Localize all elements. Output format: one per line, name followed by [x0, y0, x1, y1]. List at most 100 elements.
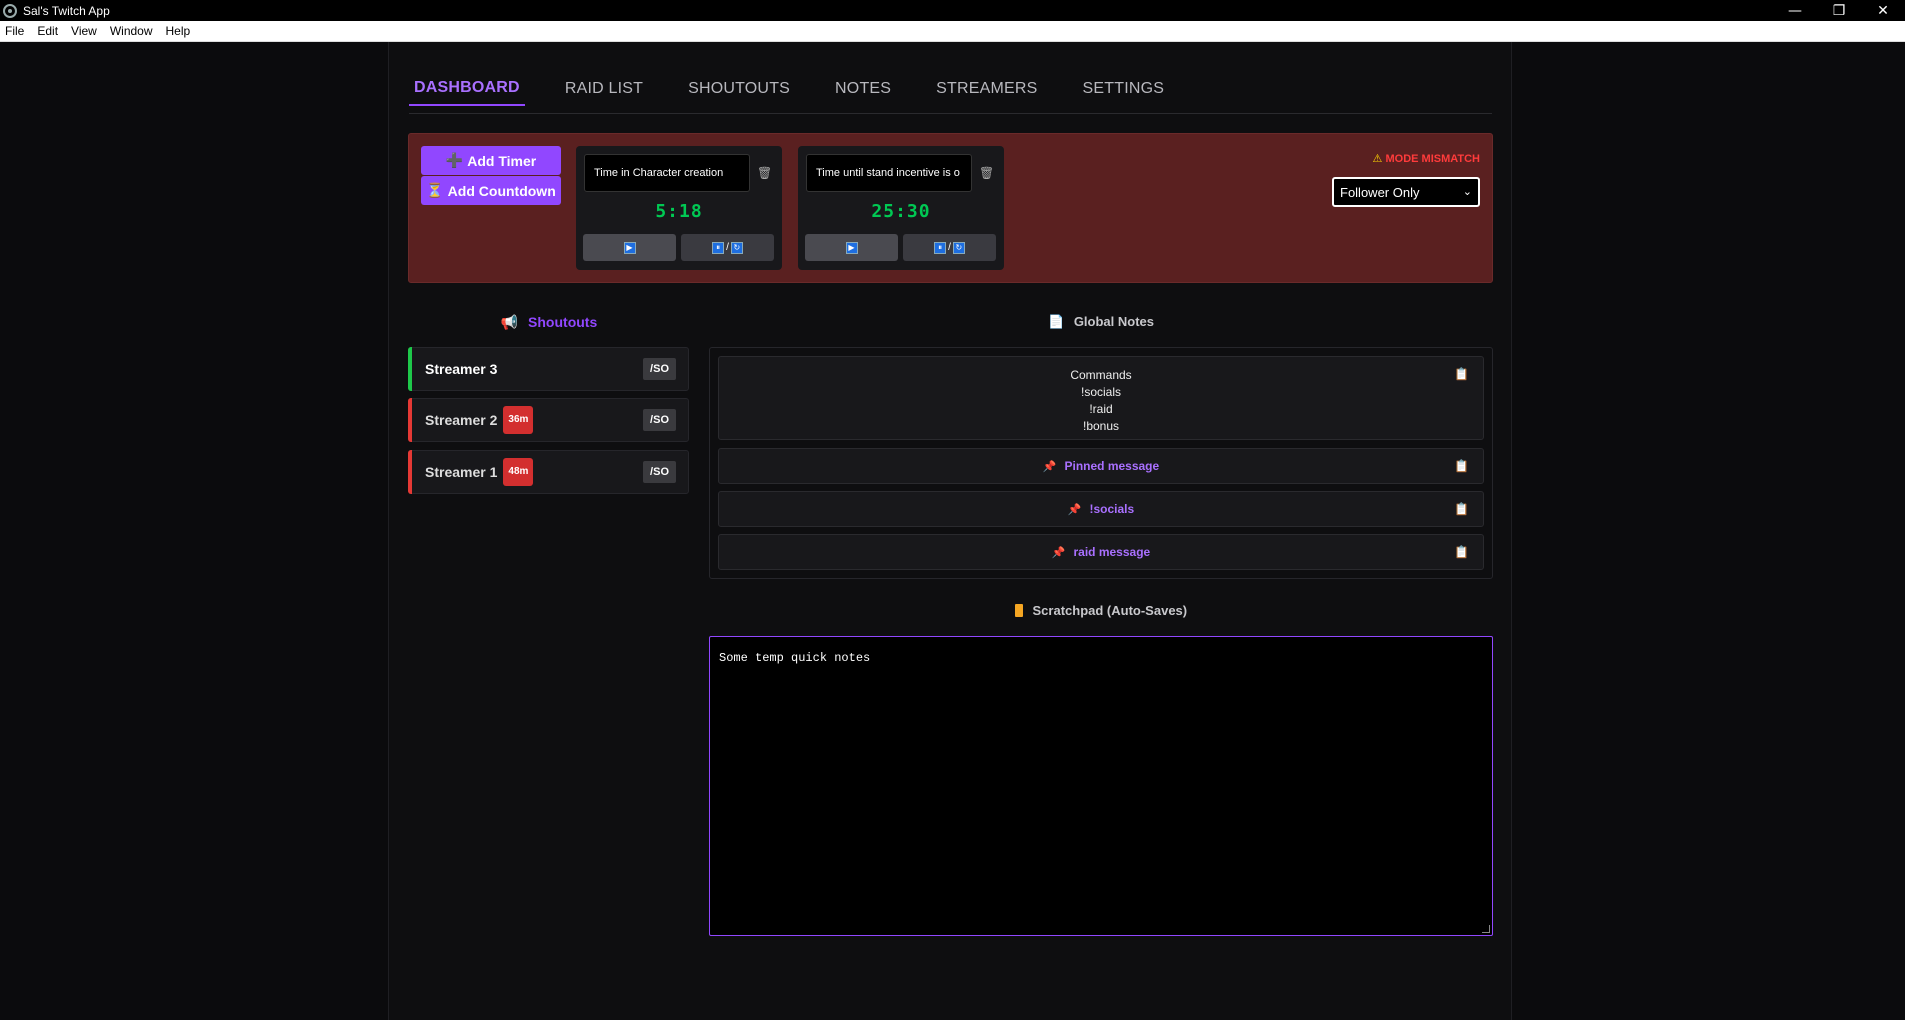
shoutout-button[interactable]: /SO: [643, 409, 676, 431]
reset-icon: ↻: [730, 241, 743, 254]
timer-value: 5:18: [655, 201, 703, 222]
shoutouts-title: Shoutouts: [528, 314, 598, 330]
trash-icon[interactable]: 🗑: [979, 166, 994, 180]
note-line: !raid: [1089, 402, 1113, 416]
main-content: DASHBOARD RAID LIST SHOUTOUTS NOTES STRE…: [388, 42, 1512, 1020]
clipboard-icon[interactable]: 📋: [1454, 459, 1469, 473]
pause-icon: ⏸: [934, 241, 947, 254]
pause-reset-separator: /: [948, 242, 951, 253]
memo-icon: 📄: [1048, 314, 1065, 329]
window-title: Sal's Twitch App: [23, 3, 110, 18]
note-line: !socials: [1080, 385, 1121, 399]
chevron-down-icon: ⌄: [1462, 186, 1472, 198]
clipboard-icon[interactable]: 📋: [1454, 502, 1469, 516]
note-commands[interactable]: Commands !socials !raid !bonus 📋: [718, 356, 1484, 440]
note-socials[interactable]: 📌 !socials 📋: [718, 491, 1484, 527]
scratchpad-text: Some temp quick notes: [719, 651, 871, 665]
trash-icon[interactable]: 🗑: [757, 166, 772, 180]
clipboard-icon[interactable]: 📋: [1454, 367, 1469, 381]
note-line: Commands: [1070, 368, 1132, 382]
status-indicator: [408, 347, 412, 391]
note-commands-text: Commands !socials !raid !bonus: [719, 357, 1483, 435]
time-since-badge: 48m: [503, 458, 534, 486]
timer-label-input[interactable]: Time in Character creation: [584, 154, 750, 192]
title-bar: Sal's Twitch App — ❐ ✕: [0, 0, 1905, 21]
play-button[interactable]: ▶: [805, 234, 898, 261]
pause-reset-button[interactable]: ⏸ / ↻: [681, 234, 774, 261]
pause-icon: ⏸: [712, 241, 725, 254]
play-button[interactable]: ▶: [583, 234, 676, 261]
streamer-name: Streamer 3: [425, 361, 498, 377]
countdown-value: 25:30: [871, 201, 931, 222]
mode-warning-text: MODE MISMATCH: [1385, 153, 1480, 165]
shoutout-item: Streamer 2 36m /SO: [408, 398, 689, 442]
pushpin-icon: 📌: [1067, 504, 1082, 516]
hourglass-icon: ⏳: [426, 182, 444, 198]
shoutouts-heading: 📢 Shoutouts: [409, 314, 689, 331]
pause-reset-button[interactable]: ⏸ / ↻: [903, 234, 996, 261]
reset-icon: ↻: [952, 241, 965, 254]
window-controls: — ❐ ✕: [1773, 0, 1905, 21]
maximize-button[interactable]: ❐: [1817, 0, 1861, 21]
app-gear-icon: [3, 3, 17, 18]
scratchpad-textarea[interactable]: Some temp quick notes: [709, 636, 1493, 936]
nav-tabs: DASHBOARD RAID LIST SHOUTOUTS NOTES STRE…: [409, 72, 1492, 114]
pinned-label: raid message: [1073, 545, 1151, 559]
timer-card: Time in Character creation 🗑 5:18 ▶ ⏸ / …: [576, 146, 782, 270]
tab-shoutouts[interactable]: SHOUTOUTS: [683, 72, 795, 106]
countdown-card: Time until stand incentive is o 🗑 25:30 …: [798, 146, 1004, 270]
status-indicator: [408, 450, 412, 494]
add-timer-button[interactable]: ➕ Add Timer: [421, 146, 561, 175]
pushpin-icon: 📌: [1051, 547, 1066, 559]
tab-settings[interactable]: SETTINGS: [1078, 72, 1170, 106]
pinned-note-text: 📌 !socials: [719, 492, 1483, 527]
minimize-button[interactable]: —: [1773, 0, 1817, 21]
add-countdown-label: Add Countdown: [447, 182, 556, 199]
time-since-badge: 36m: [503, 406, 534, 434]
note-raid-message[interactable]: 📌 raid message 📋: [718, 534, 1484, 570]
clipboard-icon[interactable]: 📋: [1454, 545, 1469, 559]
shoutout-item: Streamer 1 48m /SO: [408, 450, 689, 494]
megaphone-icon: 📢: [500, 314, 519, 330]
streamer-name: Streamer 2: [425, 412, 498, 428]
tab-dashboard[interactable]: DASHBOARD: [409, 72, 525, 106]
pause-reset-separator: /: [726, 242, 729, 253]
shoutout-button[interactable]: /SO: [643, 358, 676, 380]
countdown-label-input[interactable]: Time until stand incentive is o: [806, 154, 972, 192]
note-pinned-message[interactable]: 📌 Pinned message 📋: [718, 448, 1484, 484]
menu-edit[interactable]: Edit: [37, 24, 58, 38]
plus-icon: ➕: [445, 152, 464, 168]
menu-window[interactable]: Window: [110, 24, 153, 38]
resize-handle[interactable]: [1482, 925, 1490, 933]
warning-icon: ⚠: [1372, 153, 1383, 165]
scratchpad-title: Scratchpad (Auto-Saves): [1032, 603, 1188, 618]
global-notes-box: Commands !socials !raid !bonus 📋 📌 Pinned…: [709, 347, 1493, 579]
menu-view[interactable]: View: [71, 24, 97, 38]
pushpin-icon: 📌: [1042, 461, 1057, 473]
menu-file[interactable]: File: [5, 24, 24, 38]
add-timer-label: Add Timer: [467, 152, 537, 169]
menu-bar: File Edit View Window Help: [0, 21, 1905, 42]
pinned-label: Pinned message: [1064, 459, 1160, 473]
shoutout-item: Streamer 3 /SO: [408, 347, 689, 391]
scratchpad-heading: Scratchpad (Auto-Saves): [709, 603, 1493, 618]
global-notes-heading: 📄 Global Notes: [709, 314, 1493, 330]
close-button[interactable]: ✕: [1861, 0, 1905, 21]
tab-notes[interactable]: NOTES: [830, 72, 896, 106]
status-indicator: [408, 398, 412, 442]
pinned-note-text: 📌 raid message: [719, 535, 1483, 570]
chat-mode-select[interactable]: Follower Only ⌄: [1332, 177, 1480, 207]
add-countdown-button[interactable]: ⏳ Add Countdown: [421, 176, 561, 205]
timer-panel: ➕ Add Timer ⏳ Add Countdown Time in Char…: [408, 133, 1493, 283]
play-icon: ▶: [845, 241, 858, 254]
shoutout-button[interactable]: /SO: [643, 461, 676, 483]
mode-mismatch-warning: ⚠ MODE MISMATCH: [1373, 152, 1480, 165]
tab-streamers[interactable]: STREAMERS: [931, 72, 1042, 106]
play-icon: ▶: [623, 241, 636, 254]
pinned-note-text: 📌 Pinned message: [719, 449, 1483, 484]
menu-help[interactable]: Help: [166, 24, 191, 38]
global-notes-title: Global Notes: [1073, 314, 1154, 329]
tab-raid-list[interactable]: RAID LIST: [560, 72, 648, 106]
mode-selected-value: Follower Only: [1340, 184, 1420, 200]
note-line: !bonus: [1082, 419, 1120, 433]
